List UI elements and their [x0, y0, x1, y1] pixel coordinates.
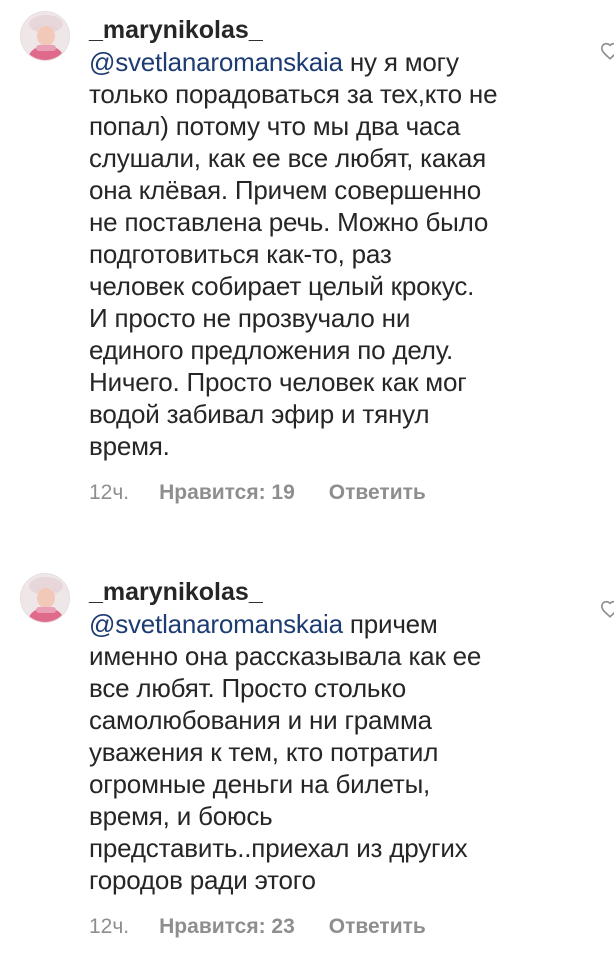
comment-body: _marynikolas_ @svetlanaromanskaia ну я м… — [89, 14, 589, 506]
comment-timestamp: 12ч. — [89, 481, 130, 504]
comment-line: не поставлена речь. Можно было — [89, 207, 489, 237]
comment-line: попал) потому что мы два часа — [89, 111, 461, 141]
comment-line: слушали, как ее все любят, какая — [89, 143, 487, 173]
mention-link[interactable]: @svetlanaromanskaia — [89, 47, 343, 77]
comment-line: @svetlanaromanskaia причем — [89, 608, 589, 640]
comment-line: все любят. Просто столько — [89, 673, 407, 703]
mention-link[interactable]: @svetlanaromanskaia — [89, 609, 343, 639]
comment-line: городов ради этого — [89, 865, 316, 895]
comment-line-text: причем — [342, 609, 438, 639]
comment-timestamp: 12ч. — [89, 915, 130, 938]
comment-line: время. — [89, 431, 170, 461]
avatar[interactable] — [20, 11, 70, 61]
comment-body: _marynikolas_ @svetlanaromanskaia причем… — [89, 576, 589, 940]
comment-username[interactable]: _marynikolas_ — [89, 14, 589, 46]
likes-count[interactable]: Нравится: 19 — [159, 480, 295, 506]
heart-outline-icon[interactable] — [600, 42, 614, 60]
comment-line: именно она рассказывала как ее — [89, 641, 482, 671]
reply-button[interactable]: Ответить — [329, 480, 426, 506]
comment-meta: 12ч. Нравится: 23 Ответить — [89, 914, 589, 940]
avatar[interactable] — [20, 573, 70, 623]
comment-line: представить..приехал из других — [89, 833, 468, 863]
comment-username[interactable]: _marynikolas_ — [89, 576, 589, 608]
comment-line: И просто не прозвучало ни — [89, 303, 411, 333]
comment-line: она клёвая. Причем совершенно — [89, 175, 481, 205]
comment-meta: 12ч. Нравится: 19 Ответить — [89, 480, 589, 506]
comment-line: @svetlanaromanskaia ну я могу — [89, 46, 589, 78]
reply-button[interactable]: Ответить — [329, 914, 426, 940]
likes-count[interactable]: Нравится: 23 — [159, 914, 295, 940]
heart-outline-icon[interactable] — [600, 600, 614, 618]
comment-line: только порадоваться за тех,кто не — [89, 79, 498, 109]
comment-line: Ничего. Просто человек как мог — [89, 367, 467, 397]
comment-line: подготовиться как-то, раз — [89, 239, 392, 269]
comment-text: @svetlanaromanskaia причем именно она ра… — [89, 608, 589, 896]
comment-line: время, и боюсь — [89, 801, 273, 831]
comment-line-text: ну я могу — [342, 47, 459, 77]
comment-line: уважения к тем, кто потратил — [89, 737, 439, 767]
comment-line: человек собирает целый крокус. — [89, 271, 475, 301]
comment-text: @svetlanaromanskaia ну я могу только пор… — [89, 46, 589, 462]
comment-line: самолюбования и ни грамма — [89, 705, 432, 735]
comment-line: водой забивал эфир и тянул — [89, 399, 430, 429]
comment-line: огромные деньги на билеты, — [89, 769, 431, 799]
comment-line: единого предложения по делу. — [89, 335, 453, 365]
